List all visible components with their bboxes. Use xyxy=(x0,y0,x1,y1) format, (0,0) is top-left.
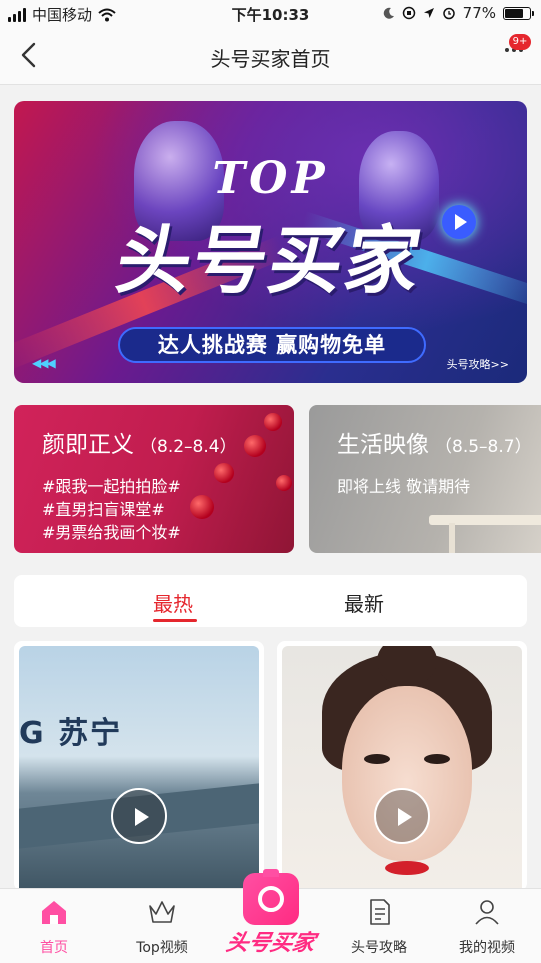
challenge-card-beauty[interactable]: 颜即正义 （8.2–8.4） #跟我一起拍拍脸# #直男扫盲课堂# #男票给我画个… xyxy=(14,405,294,553)
active-tab-indicator xyxy=(153,619,197,622)
nav-bar: 头号买家首页 9+ xyxy=(0,28,541,85)
video-thumbnail: G 苏宁 xyxy=(19,646,259,891)
crown-icon xyxy=(149,901,175,923)
card-dates: （8.5–8.7） xyxy=(435,437,532,457)
thumbnail-sign-text: G 苏宁 xyxy=(19,716,123,751)
card-title: 生活映像 （8.5–8.7） xyxy=(337,432,532,458)
battery-percent: 77% xyxy=(462,4,496,22)
table-decoration xyxy=(429,515,541,525)
berry-decoration xyxy=(264,413,282,431)
card-hashtag: #男票给我画个妆# xyxy=(42,523,181,542)
tabbar-item-my-videos[interactable]: 我的视频 xyxy=(433,889,541,963)
banner-arrows-icon: ◀◀◀ xyxy=(32,356,56,370)
notification-badge: 9+ xyxy=(509,34,531,50)
hero-banner[interactable]: TOP 头号买家 达人挑战赛 赢购物免单 ◀◀◀ 头号攻略>> xyxy=(14,101,527,383)
user-icon xyxy=(475,900,499,925)
tab-new[interactable]: 最新 xyxy=(344,588,384,617)
card-title: 颜即正义 （8.2–8.4） xyxy=(42,432,237,458)
berry-decoration xyxy=(276,475,292,491)
tab-hot[interactable]: 最热 xyxy=(153,588,193,617)
video-card[interactable] xyxy=(277,641,527,891)
document-icon xyxy=(370,899,390,925)
lips-shape xyxy=(385,861,429,875)
berry-decoration xyxy=(214,463,234,483)
video-thumbnail xyxy=(282,646,522,891)
location-icon xyxy=(423,8,434,18)
play-icon[interactable] xyxy=(111,788,167,844)
tabbar-center-label[interactable]: 头号买家 xyxy=(223,925,320,957)
berry-decoration xyxy=(190,495,214,519)
alarm-icon xyxy=(442,7,455,20)
tabbar-label: Top视频 xyxy=(136,940,188,956)
battery-icon xyxy=(503,6,534,20)
camera-icon[interactable] xyxy=(243,869,299,925)
challenge-card-life[interactable]: 生活映像 （8.5–8.7） 即将上线 敬请期待 xyxy=(309,405,541,553)
video-card[interactable]: G 苏宁 xyxy=(14,641,264,891)
tabbar-item-home[interactable]: 首页 xyxy=(0,889,108,963)
home-icon xyxy=(42,901,66,924)
moon-icon xyxy=(383,7,394,19)
card-subtitle: 即将上线 敬请期待 xyxy=(337,477,471,496)
tabbar-label: 头号攻略 xyxy=(351,940,407,956)
banner-top-word: TOP xyxy=(212,153,329,204)
bottom-tab-bar: 首页 Top视频 头号买家 头号攻略 我的视频 xyxy=(0,869,541,963)
tabbar-label: 我的视频 xyxy=(459,940,515,956)
sort-tabs: 最热 最新 xyxy=(14,575,527,627)
eye-shape xyxy=(424,754,450,764)
page-title: 头号买家首页 xyxy=(210,47,331,71)
table-leg xyxy=(449,523,455,553)
rotation-lock-icon xyxy=(402,6,415,20)
play-icon[interactable] xyxy=(374,788,430,844)
status-right: 77% xyxy=(383,4,534,22)
banner-slogan: 达人挑战赛 赢购物免单 xyxy=(118,327,426,363)
eye-shape xyxy=(364,754,390,764)
camera-flash-shape xyxy=(263,869,279,877)
tabbar-label: 首页 xyxy=(40,940,68,956)
banner-guide-link[interactable]: 头号攻略>> xyxy=(447,356,509,372)
banner-play-icon xyxy=(442,205,476,239)
status-bar: 中国移动 下午10:33 77% xyxy=(0,0,541,28)
card-hashtag: #跟我一起拍拍脸# xyxy=(42,477,181,496)
card-hashtag: #直男扫盲课堂# xyxy=(42,500,165,519)
card-dates: （8.2–8.4） xyxy=(140,437,237,457)
tabbar-item-guide[interactable]: 头号攻略 xyxy=(325,889,433,963)
camera-lens-shape xyxy=(258,886,284,912)
tabbar-item-top-video[interactable]: Top视频 xyxy=(108,889,216,963)
berry-decoration xyxy=(244,435,266,457)
